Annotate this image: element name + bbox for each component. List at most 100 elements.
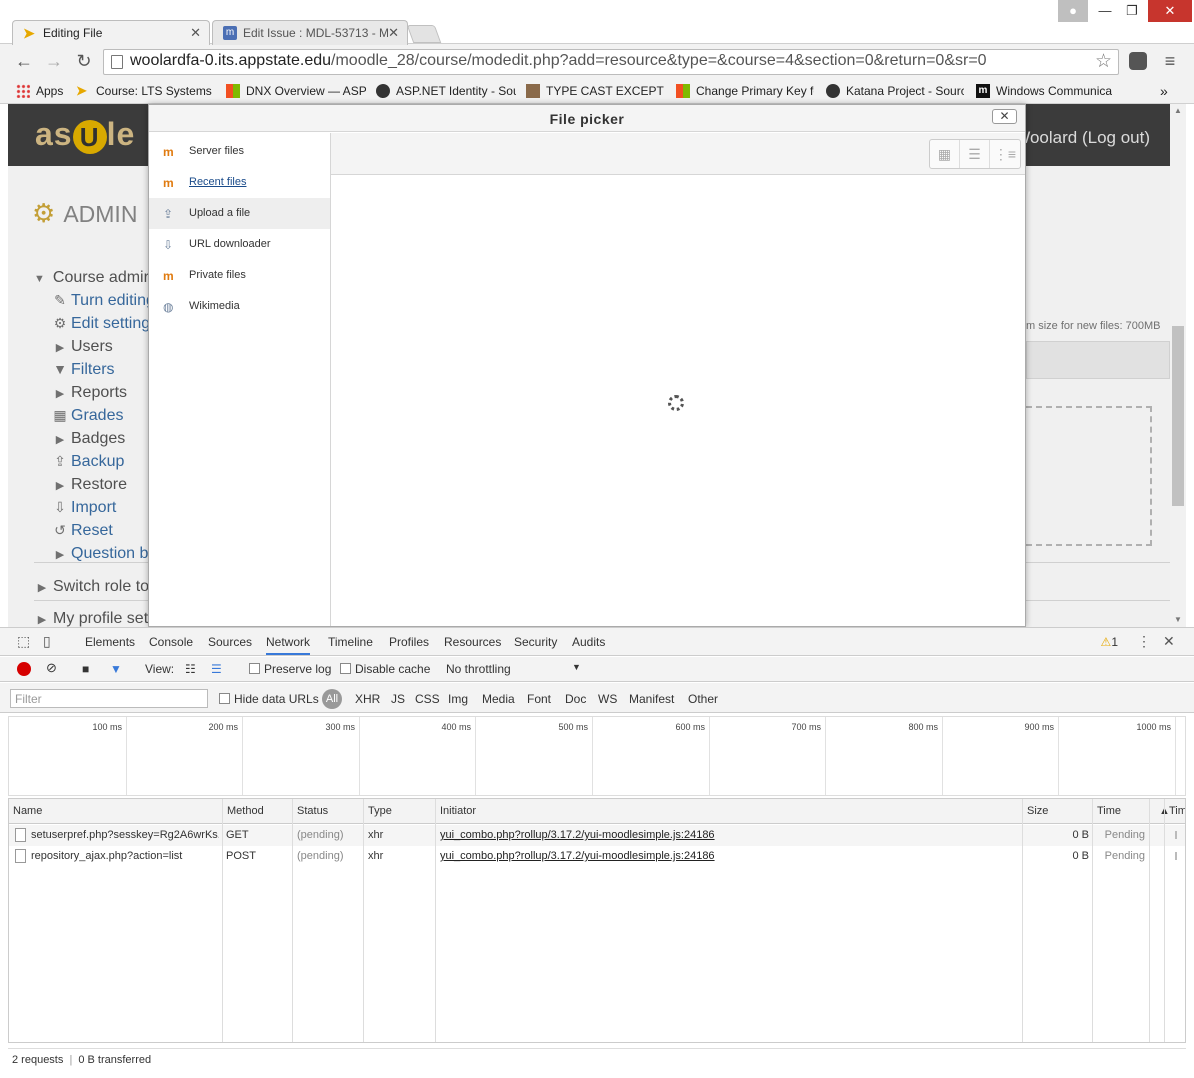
page-scrollbar[interactable]: ▲ ▼ [1170,104,1186,627]
table-row[interactable]: repository_ajax.php?action=list POST (pend… [9,846,1185,867]
repository-item[interactable]: ◍ Wikimedia [149,291,330,322]
disable-cache-checkbox[interactable]: Disable cache [340,662,430,676]
tab-sources[interactable]: Sources [208,635,252,649]
bookmark-course[interactable]: ➤ Course: LTS Systems & [76,82,214,100]
record-icon[interactable] [17,662,31,676]
maximize-button[interactable]: ❐ [1117,0,1147,22]
bookmark-aspnet[interactable]: ASP.NET Identity - Sou [376,82,516,100]
capture-screenshots-icon[interactable]: ■ [82,662,89,676]
bookmark-typecast[interactable]: TYPE CAST EXCEPTION [526,82,664,100]
tab-security[interactable]: Security [514,635,557,649]
dialog-close-button[interactable]: ✕ [992,109,1017,124]
warnings-counter[interactable]: ⚠1 [1101,635,1118,649]
scroll-down-icon[interactable]: ▼ [1170,613,1186,627]
tab-resources[interactable]: Resources [444,635,501,649]
tab-timeline[interactable]: Timeline [328,635,373,649]
menu-icon[interactable]: ≡ [1158,49,1182,73]
type-filter-css[interactable]: CSS [415,692,440,706]
timeline-gridline [475,717,476,795]
type-filter-img[interactable]: Img [448,692,468,706]
forward-button[interactable]: → [42,49,66,73]
network-overview-timeline[interactable]: 100 ms 200 ms 300 ms 400 ms 500 ms 600 ms 700 … [8,716,1186,796]
table-row[interactable]: setuserpref.php?sesskey=Rg2A6wrKs... GET (… [9,825,1185,846]
bookmark-star-icon[interactable]: ☆ [1095,50,1112,73]
type-filter-all[interactable]: All [322,689,342,709]
reload-button[interactable]: ↻ [72,49,96,73]
device-mode-icon[interactable]: ▯ [43,633,51,650]
github-icon [826,84,840,98]
new-tab-button[interactable] [406,25,442,43]
col-initiator[interactable]: Initiator [440,805,476,817]
cell-initiator[interactable]: yui_combo.php?rollup/3.17.2/yui-moodlesi… [440,850,1010,862]
repository-item[interactable]: m Recent files [149,167,330,198]
more-options-icon[interactable]: ⋮ [1137,633,1151,650]
throttling-select[interactable]: No throttling ▼ [446,662,582,676]
repository-item[interactable]: ⇪ Upload a file [149,198,330,229]
col-size[interactable]: Size [1027,805,1048,817]
repository-item[interactable]: m Private files [149,260,330,291]
close-devtools-icon[interactable]: ✕ [1163,633,1175,650]
browser-toolbar: ← → ↻ woolardfa-0.its.appstate.edu/moodl… [0,45,1194,78]
icons-view-icon[interactable]: ▦ [930,140,960,168]
url-text: woolardfa-0.its.appstate.edu/moodle_28/c… [130,52,987,69]
type-filter-manifest[interactable]: Manifest [629,692,674,706]
preserve-log-checkbox[interactable]: Preserve log [249,662,331,676]
col-timeline[interactable]: Time [1169,805,1185,817]
clear-icon[interactable]: ⊘ [46,660,57,676]
inspect-element-icon[interactable]: ⬚ [17,633,30,650]
type-filter-xhr[interactable]: XHR [355,692,380,706]
back-button[interactable]: ← [12,49,36,73]
github-icon [376,84,390,98]
tab-editing-file[interactable]: ➤ Editing File ✕ [12,20,210,45]
tab-edit-issue[interactable]: m Edit Issue : MDL-53713 - M ✕ [212,20,408,45]
scroll-up-icon[interactable]: ▲ [1170,104,1186,118]
column-divider [1022,799,1023,1042]
tree-view-icon[interactable]: ⋮≡ [990,140,1020,168]
cell-initiator[interactable]: yui_combo.php?rollup/3.17.2/yui-moodlesi… [440,829,1010,841]
column-divider [363,799,364,1042]
bookmark-dnx[interactable]: DNX Overview — ASP [226,82,366,100]
minimize-button[interactable]: — [1090,0,1120,22]
bookmark-apps[interactable]: Apps [16,82,72,100]
col-time[interactable]: Time [1097,805,1121,817]
column-divider [1092,799,1093,1042]
window-close-button[interactable]: ✕ [1148,0,1192,22]
address-bar[interactable]: woolardfa-0.its.appstate.edu/moodle_28/c… [103,49,1119,75]
devtools-panel: ⬚ ▯ Elements Console Sources Network Tim… [0,627,1194,1078]
type-filter-media[interactable]: Media [482,692,515,706]
repository-item[interactable]: m Server files [149,136,330,167]
type-filter-doc[interactable]: Doc [565,692,586,706]
tab-profiles[interactable]: Profiles [389,635,429,649]
list-view-icon[interactable]: ☰ [960,140,990,168]
col-type[interactable]: Type [368,805,392,817]
filter-input[interactable] [10,689,208,708]
tab-console[interactable]: Console [149,635,193,649]
hide-data-urls-checkbox[interactable]: Hide data URLs [219,692,319,706]
filter-icon[interactable]: ▼ [110,662,122,676]
type-filter-font[interactable]: Font [527,692,551,706]
close-tab-icon[interactable]: ✕ [190,21,201,45]
scrollbar-thumb[interactable] [1172,326,1184,506]
type-filter-ws[interactable]: WS [598,692,617,706]
type-filter-other[interactable]: Other [688,692,718,706]
tab-elements[interactable]: Elements [85,635,135,649]
bookmarks-overflow-button[interactable]: » [1160,82,1168,100]
tab-audits[interactable]: Audits [572,635,605,649]
timeline-tick-label: 700 ms [791,722,821,732]
large-rows-icon[interactable]: ☷ [185,662,196,676]
cell-name: repository_ajax.php?action=list [31,850,183,862]
col-status[interactable]: Status [297,805,328,817]
bookmark-katana[interactable]: Katana Project - Sourc [826,82,964,100]
bookmark-wcf[interactable]: m Windows Communica [976,82,1112,100]
overview-icon[interactable]: ☰ [211,662,222,676]
profile-icon[interactable]: ● [1058,0,1088,22]
tab-network[interactable]: Network [266,635,311,655]
extension-icon[interactable] [1126,49,1150,73]
summary-requests: 2 requests [12,1054,64,1066]
bookmark-primary-key[interactable]: Change Primary Key fo [676,82,814,100]
col-name[interactable]: Name [13,805,42,817]
col-method[interactable]: Method [227,805,264,817]
repository-item[interactable]: ⇩ URL downloader [149,229,330,260]
type-filter-js[interactable]: JS [391,692,405,706]
close-tab-icon[interactable]: ✕ [388,21,399,45]
